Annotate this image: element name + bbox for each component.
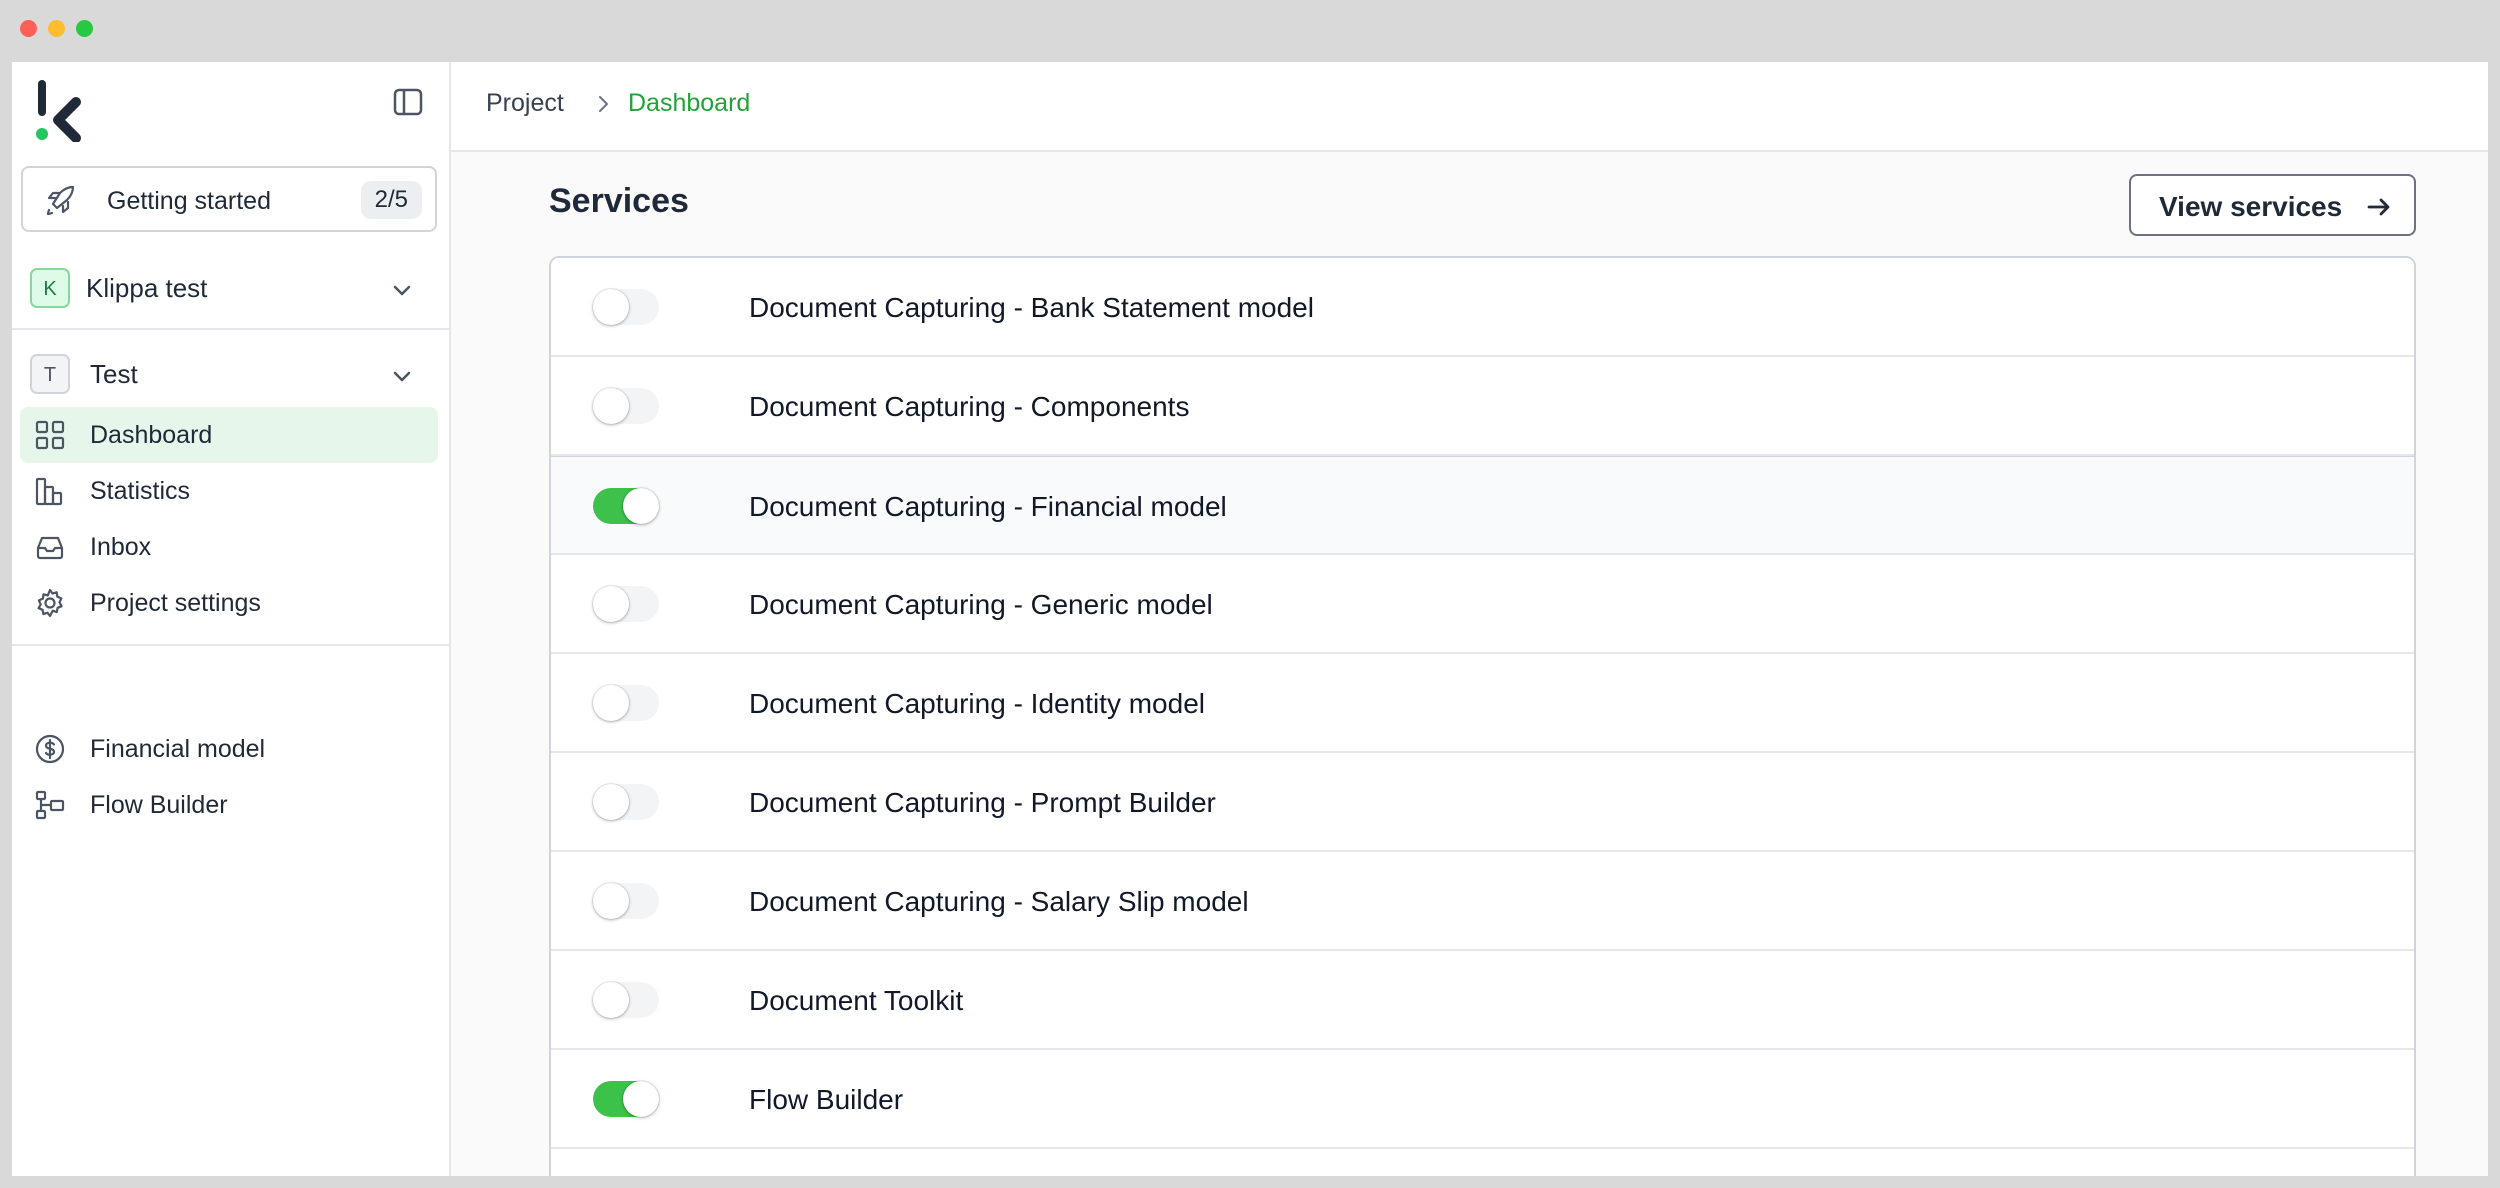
sidebar-item-statistics[interactable]: Statistics — [20, 463, 438, 519]
sidebar-item-label: Dashboard — [90, 421, 213, 449]
toggle-knob — [593, 388, 629, 424]
toggle-knob — [593, 586, 629, 622]
service-row: Document Capturing - Prompt Builder — [551, 753, 2414, 852]
sidebar-item-financial-model[interactable]: Financial model — [20, 721, 438, 777]
getting-started-label: Getting started — [107, 187, 271, 215]
sidebar-item-label: Inbox — [90, 533, 152, 561]
arrow-right-icon — [2365, 193, 2393, 221]
service-name: Document Capturing - Financial model — [749, 491, 1227, 522]
inbox-icon — [34, 531, 66, 563]
getting-started-button[interactable]: Getting started 2/5 — [21, 166, 437, 232]
service-toggle[interactable] — [593, 586, 659, 622]
service-name: Document Capturing - Prompt Builder — [749, 787, 1216, 818]
service-toggle[interactable] — [593, 488, 659, 524]
chevron-down-icon — [388, 362, 416, 390]
klippa-logo[interactable] — [26, 72, 96, 143]
main-content: Project Dashboard Services View services… — [451, 62, 2488, 1176]
service-row: Document Capturing - Identity model — [551, 654, 2414, 753]
bar-chart-icon — [34, 475, 66, 507]
service-toggle[interactable] — [593, 685, 659, 721]
toggle-knob — [593, 784, 629, 820]
sidebar-item-project-settings[interactable]: Project settings — [20, 575, 438, 631]
service-row: Flow Builder — [551, 1050, 2414, 1149]
service-toggle[interactable] — [593, 289, 659, 325]
chevron-down-icon — [388, 276, 416, 304]
service-name: Document Capturing - Identity model — [749, 688, 1205, 719]
sidebar-item-label: Project settings — [90, 589, 261, 617]
breadcrumb-project-link[interactable]: Project — [486, 89, 564, 118]
organization-switcher[interactable]: K Klippa test — [12, 250, 449, 330]
sidebar: Getting started 2/5 K Klippa test T Test — [12, 62, 451, 1176]
toggle-knob — [593, 883, 629, 919]
service-toggle[interactable] — [593, 784, 659, 820]
breadcrumb-current: Dashboard — [628, 89, 751, 117]
service-row: Document Capturing - Salary Slip model — [551, 852, 2414, 951]
service-row: Document Capturing - Generic model — [551, 555, 2414, 654]
service-name: Document Toolkit — [749, 985, 964, 1016]
close-window-button[interactable] — [20, 20, 37, 37]
services-list: Document Capturing - Bank Statement mode… — [549, 256, 2416, 1176]
project-switcher[interactable]: T Test — [12, 332, 449, 412]
service-toggle[interactable] — [593, 883, 659, 919]
service-name: Document Capturing - Bank Statement mode… — [749, 292, 1314, 323]
dollar-circle-icon — [34, 733, 66, 765]
service-row: Document Capturing - Financial model — [551, 456, 2414, 555]
getting-started-progress-badge: 2/5 — [360, 181, 422, 219]
gear-icon — [34, 587, 66, 619]
service-name: Document Capturing - Salary Slip model — [749, 886, 1249, 917]
service-row: Document Toolkit — [551, 951, 2414, 1050]
breadcrumb: Project Dashboard — [451, 62, 2488, 152]
service-toggle[interactable] — [593, 982, 659, 1018]
app-window: Getting started 2/5 K Klippa test T Test — [12, 62, 2488, 1176]
maximize-window-button[interactable] — [76, 20, 93, 37]
toggle-knob — [593, 685, 629, 721]
sidebar-item-dashboard[interactable]: Dashboard — [20, 407, 438, 463]
service-toggle[interactable] — [593, 1081, 659, 1117]
minimize-window-button[interactable] — [48, 20, 65, 37]
service-name: Flow Builder — [749, 1084, 904, 1115]
sidebar-item-label: Financial model — [90, 735, 266, 763]
sidebar-collapse-icon[interactable] — [390, 84, 426, 120]
organization-name: Klippa test — [86, 273, 208, 303]
flow-icon — [34, 789, 66, 821]
service-row: Document Capturing - Components — [551, 357, 2414, 456]
project-name: Test — [90, 359, 138, 389]
sidebar-divider — [12, 644, 449, 646]
view-services-label: View services — [2159, 191, 2343, 222]
organization-avatar: K — [30, 268, 70, 308]
service-row: Document Capturing - Bank Statement mode… — [551, 258, 2414, 357]
service-name: Document Capturing - Components — [749, 391, 1190, 422]
services-title: Services — [549, 182, 689, 220]
toggle-knob — [623, 488, 659, 524]
toggle-knob — [593, 982, 629, 1018]
window-titlebar — [0, 0, 2500, 62]
sidebar-item-flow-builder[interactable]: Flow Builder — [20, 777, 438, 833]
sidebar-item-label: Statistics — [90, 477, 191, 505]
project-avatar: T — [30, 354, 70, 394]
view-services-button[interactable]: View services — [2129, 174, 2416, 236]
chevron-right-icon — [591, 92, 615, 116]
toggle-knob — [623, 1081, 659, 1117]
grid-icon — [34, 419, 66, 451]
toggle-knob — [593, 289, 629, 325]
sidebar-item-inbox[interactable]: Inbox — [20, 519, 438, 575]
service-toggle[interactable] — [593, 388, 659, 424]
service-name: Document Capturing - Generic model — [749, 589, 1213, 620]
sidebar-item-label: Flow Builder — [90, 791, 228, 819]
rocket-icon — [43, 184, 77, 218]
